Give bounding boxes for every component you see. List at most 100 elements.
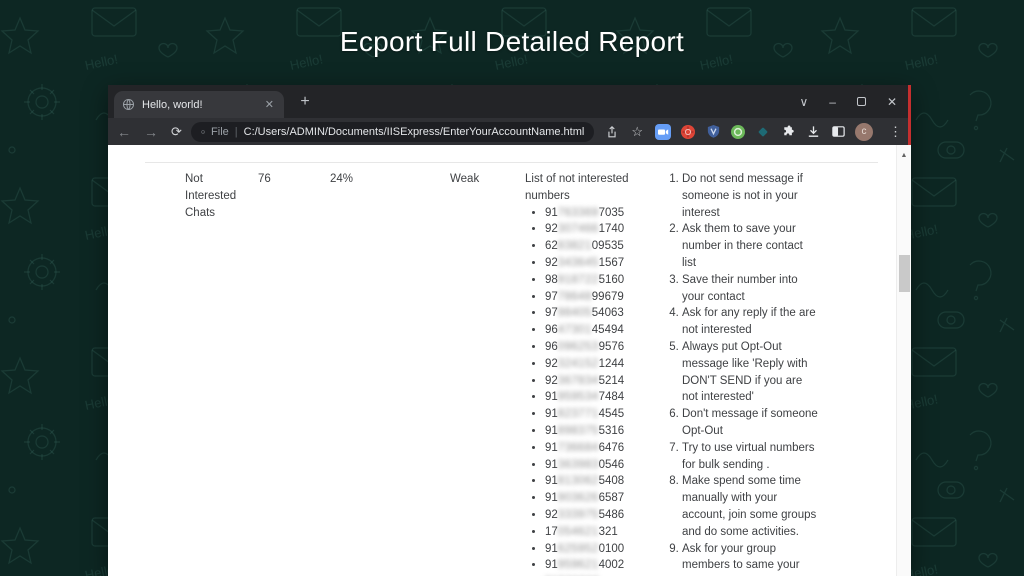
- phone-number-item: 628382109535: [545, 238, 645, 255]
- page-scrollbar[interactable]: ▲: [896, 145, 911, 576]
- tab-strip: Hello, world! ✕ + ∨ – ✕: [108, 85, 911, 118]
- forward-icon[interactable]: →: [144, 125, 158, 139]
- redacted-digits: 307466: [558, 223, 599, 235]
- omnibox-actions: ☆: [605, 124, 643, 140]
- redacted-digits: 096253: [558, 341, 599, 353]
- browser-menu-icon[interactable]: ⋮: [889, 124, 902, 140]
- redacted-digits: 47301: [558, 324, 592, 336]
- url-divider: |: [235, 126, 238, 138]
- back-icon[interactable]: ←: [117, 125, 131, 139]
- tip-item: Try to use virtual numbers for bulk send…: [682, 440, 820, 474]
- phone-number-item: 917633697035: [545, 205, 645, 222]
- redacted-digits: 736684: [558, 442, 599, 454]
- redacted-digits: 898375: [558, 425, 599, 437]
- redacted-digits: 98405: [558, 307, 592, 319]
- redacted-digits: 918722: [558, 274, 599, 286]
- redacted-digits: 813062: [558, 475, 599, 487]
- scrollbar-up-arrow-icon[interactable]: ▲: [897, 148, 911, 165]
- url-scheme-label: File: [211, 126, 229, 138]
- webpage-viewport: Not Interested Chats 76 24% Weak List of…: [108, 145, 911, 576]
- phone-number-item: 918983755316: [545, 423, 645, 440]
- row-count: 76: [258, 171, 271, 188]
- phone-number-item: 977864899679: [545, 289, 645, 306]
- profile-avatar[interactable]: c: [855, 123, 873, 141]
- share-icon[interactable]: [605, 125, 619, 139]
- row-label: Not Interested Chats: [185, 171, 249, 221]
- maximize-button[interactable]: [857, 97, 866, 106]
- page-title: Ecport Full Detailed Report: [0, 26, 1024, 58]
- phone-number-item: 918237714545: [545, 406, 645, 423]
- phone-number-item: 960962539576: [545, 339, 645, 356]
- phone-number-item: 923241521244: [545, 356, 645, 373]
- shield-extension-icon[interactable]: [705, 124, 721, 140]
- tip-item: Don't message if someone Opt-Out: [682, 406, 820, 440]
- globe-favicon-icon: [122, 98, 135, 111]
- extensions-row: c ⋮: [655, 123, 902, 141]
- phone-number-item: 917366846476: [545, 440, 645, 457]
- phone-number-item: 923339755486: [545, 507, 645, 524]
- tip-item: Ask for your group members to same your: [682, 541, 820, 575]
- redacted-digits: 363983: [558, 459, 599, 471]
- row-strength: Weak: [450, 171, 479, 188]
- minimize-button[interactable]: –: [829, 95, 836, 109]
- phone-number-item: 923436451567: [545, 255, 645, 272]
- redacted-digits: 625952: [558, 543, 599, 555]
- redacted-digits: 367834: [558, 375, 599, 387]
- side-panel-icon[interactable]: [830, 124, 846, 140]
- redacted-digits: 823771: [558, 408, 599, 420]
- phone-number-item: 913639830546: [545, 457, 645, 474]
- phone-number-item: 979840554063: [545, 305, 645, 322]
- info-icon: [201, 126, 205, 138]
- tab-close-icon[interactable]: ✕: [263, 98, 276, 111]
- download-icon[interactable]: [805, 124, 821, 140]
- redacted-digits: 78648: [558, 291, 592, 303]
- tips-list: Do not send message if someone is not in…: [668, 171, 820, 574]
- not-interested-numbers-list: 917633697035 923074661740 628382109535 9…: [525, 205, 645, 576]
- redacted-digits: 903626: [558, 492, 599, 504]
- tip-item: Save their number into your contact: [682, 272, 820, 306]
- tip-item: Ask them to save your number in there co…: [682, 221, 820, 271]
- phone-number-item: 916259520100: [545, 541, 645, 558]
- phone-number-item: 919595347484: [545, 389, 645, 406]
- address-bar[interactable]: File | C:/Users/ADMIN/Documents/IISExpre…: [191, 122, 594, 142]
- redacted-digits: 959621: [558, 559, 599, 571]
- numbers-column: List of not interested numbers 917633697…: [525, 171, 645, 576]
- new-tab-button[interactable]: +: [294, 93, 316, 111]
- phone-number-item: 919596214002: [545, 557, 645, 574]
- red-extension-icon[interactable]: [680, 124, 696, 140]
- tip-item: Do not send message if someone is not in…: [682, 171, 820, 221]
- browser-tab[interactable]: Hello, world! ✕: [114, 91, 284, 118]
- window-controls: ∨ – ✕: [799, 85, 897, 118]
- chevron-down-icon[interactable]: ∨: [799, 95, 808, 109]
- tab-title: Hello, world!: [142, 99, 256, 111]
- tip-item: Ask for any reply if the are not interes…: [682, 305, 820, 339]
- redacted-digits: 333975: [558, 509, 599, 521]
- redacted-digits: 83821: [558, 240, 592, 252]
- scrollbar-thumb[interactable]: [899, 255, 910, 292]
- recording-edge-strip: [908, 85, 911, 145]
- url-text: C:/Users/ADMIN/Documents/IISExpress/Ente…: [244, 126, 585, 138]
- extensions-puzzle-icon[interactable]: [780, 124, 796, 140]
- phone-number-item: 919036266587: [545, 490, 645, 507]
- bookmark-star-icon[interactable]: ☆: [631, 124, 643, 140]
- tip-item: Always put Opt-Out message like 'Reply w…: [682, 339, 820, 406]
- phone-number-item: 923074661740: [545, 221, 645, 238]
- teal-extension-icon[interactable]: [755, 124, 771, 140]
- phone-number-item: 989187225160: [545, 272, 645, 289]
- redacted-digits: 324152: [558, 358, 599, 370]
- screen-capture-extension-icon[interactable]: [655, 124, 671, 140]
- window-close-button[interactable]: ✕: [887, 95, 897, 109]
- browser-toolbar: ← → ⟳ File | C:/Users/ADMIN/Documents/II…: [108, 118, 911, 145]
- row-percent: 24%: [330, 171, 353, 188]
- phone-number-item: 17054621321: [545, 524, 645, 541]
- phone-number-item: 964730145494: [545, 322, 645, 339]
- redacted-digits: 959534: [558, 391, 599, 403]
- tips-column: Do not send message if someone is not in…: [668, 171, 820, 574]
- green-extension-icon[interactable]: [730, 124, 746, 140]
- table-row-border: [145, 162, 878, 163]
- tip-item: Make spend some time manually with your …: [682, 473, 820, 540]
- redacted-digits: 343645: [558, 257, 599, 269]
- redacted-digits: 054621: [558, 526, 599, 538]
- reload-icon[interactable]: ⟳: [171, 125, 182, 138]
- numbers-list-title: List of not interested numbers: [525, 171, 645, 205]
